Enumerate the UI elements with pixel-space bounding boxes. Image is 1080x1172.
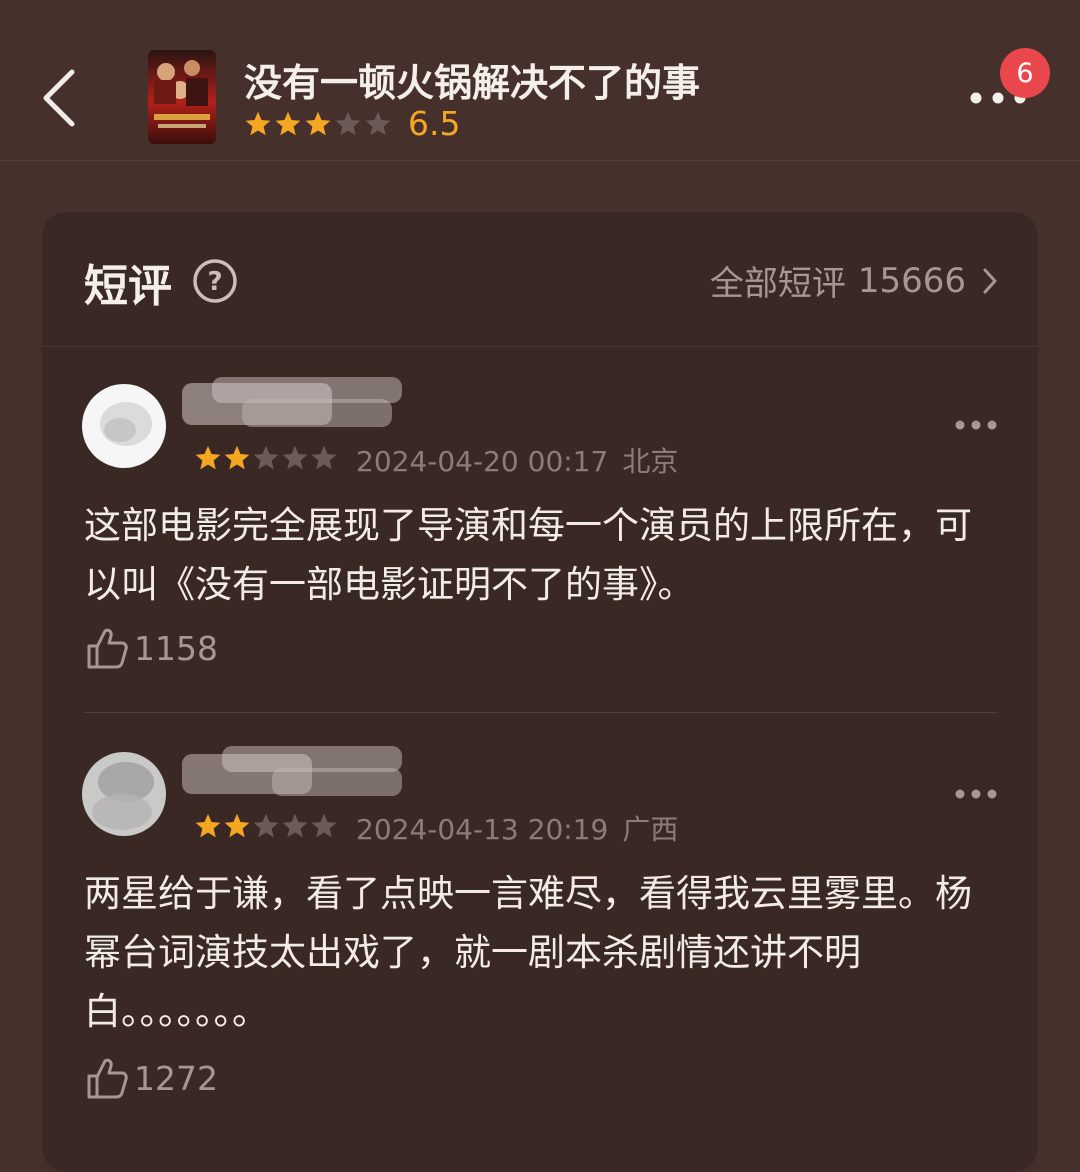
- top-nav-bar: 没有一顿火锅解决不了的事 6.5 6: [0, 0, 1080, 161]
- review-meta: 2024-04-20 00:17 北京: [356, 440, 678, 480]
- like-count: 1272: [134, 1058, 218, 1098]
- movie-title: 没有一顿火锅解决不了的事: [244, 61, 701, 105]
- star-filled-icon: [224, 813, 250, 838]
- thumbs-up-icon: [87, 1058, 128, 1099]
- short-reviews-header: 短评 ? 全部短评 15666: [42, 212, 1038, 347]
- review-text: 这部电影完全展现了导演和每一个演员的上限所在，可以叫《没有一部电影证明不了的事》…: [84, 504, 972, 606]
- review-date: 2024-04-20 00:17: [356, 445, 609, 478]
- star-filled-icon: [245, 111, 271, 135]
- review-date: 2024-04-13 20:19: [356, 813, 609, 846]
- all-reviews-count: 15666: [857, 260, 966, 301]
- like-button[interactable]: 1158: [86, 626, 218, 670]
- movie-poster-thumbnail[interactable]: [148, 50, 216, 144]
- review-text: 两星给于谦，看了点映一言难尽，看得我云里雾里。杨幂台词演技太出戏了，就一剧本杀剧…: [84, 872, 972, 1033]
- star-empty-icon: [335, 111, 361, 135]
- more-horizontal-icon[interactable]: [954, 418, 998, 432]
- star-filled-icon: [275, 111, 301, 135]
- question-circle-icon[interactable]: ?: [192, 258, 238, 304]
- section-title: 短评: [84, 261, 172, 312]
- username-blurred[interactable]: [182, 375, 412, 431]
- movie-score: 6.5: [408, 104, 461, 143]
- review-location: 北京: [622, 445, 679, 478]
- star-filled-icon: [195, 445, 221, 470]
- review-star-rating: [194, 812, 338, 840]
- avatar[interactable]: [82, 752, 166, 836]
- short-reviews-card: 短评 ? 全部短评 15666 2024-04-20 00:17 北京 这部电影…: [42, 212, 1038, 1172]
- like-count: 1158: [134, 628, 218, 668]
- movie-rating: 6.5: [244, 104, 460, 143]
- all-reviews-label: 全部短评: [709, 264, 846, 304]
- avatar[interactable]: [82, 384, 166, 468]
- username-blurred[interactable]: [182, 744, 412, 800]
- svg-text:?: ?: [207, 267, 222, 297]
- star-filled-icon: [224, 445, 250, 470]
- star-empty-icon: [253, 813, 279, 838]
- star-empty-icon: [282, 445, 308, 470]
- chevron-right-icon: [983, 268, 997, 293]
- movie-star-rating: [244, 110, 392, 138]
- all-reviews-link[interactable]: 全部短评 15666: [710, 256, 998, 305]
- review-star-rating: [194, 444, 338, 472]
- chevron-left-icon[interactable]: [40, 68, 80, 128]
- like-button[interactable]: 1272: [86, 1056, 218, 1100]
- more-horizontal-icon[interactable]: [954, 787, 998, 801]
- star-empty-icon: [365, 111, 391, 135]
- star-filled-icon: [305, 111, 331, 135]
- star-empty-icon: [311, 445, 337, 470]
- notification-badge: 6: [1000, 48, 1050, 98]
- review-divider: [84, 712, 998, 713]
- review-meta: 2024-04-13 20:19 广西: [356, 808, 678, 848]
- star-empty-icon: [253, 445, 279, 470]
- thumbs-up-icon: [87, 628, 128, 669]
- star-filled-icon: [195, 813, 221, 838]
- star-empty-icon: [282, 813, 308, 838]
- review-location: 广西: [622, 813, 679, 846]
- star-empty-icon: [311, 813, 337, 838]
